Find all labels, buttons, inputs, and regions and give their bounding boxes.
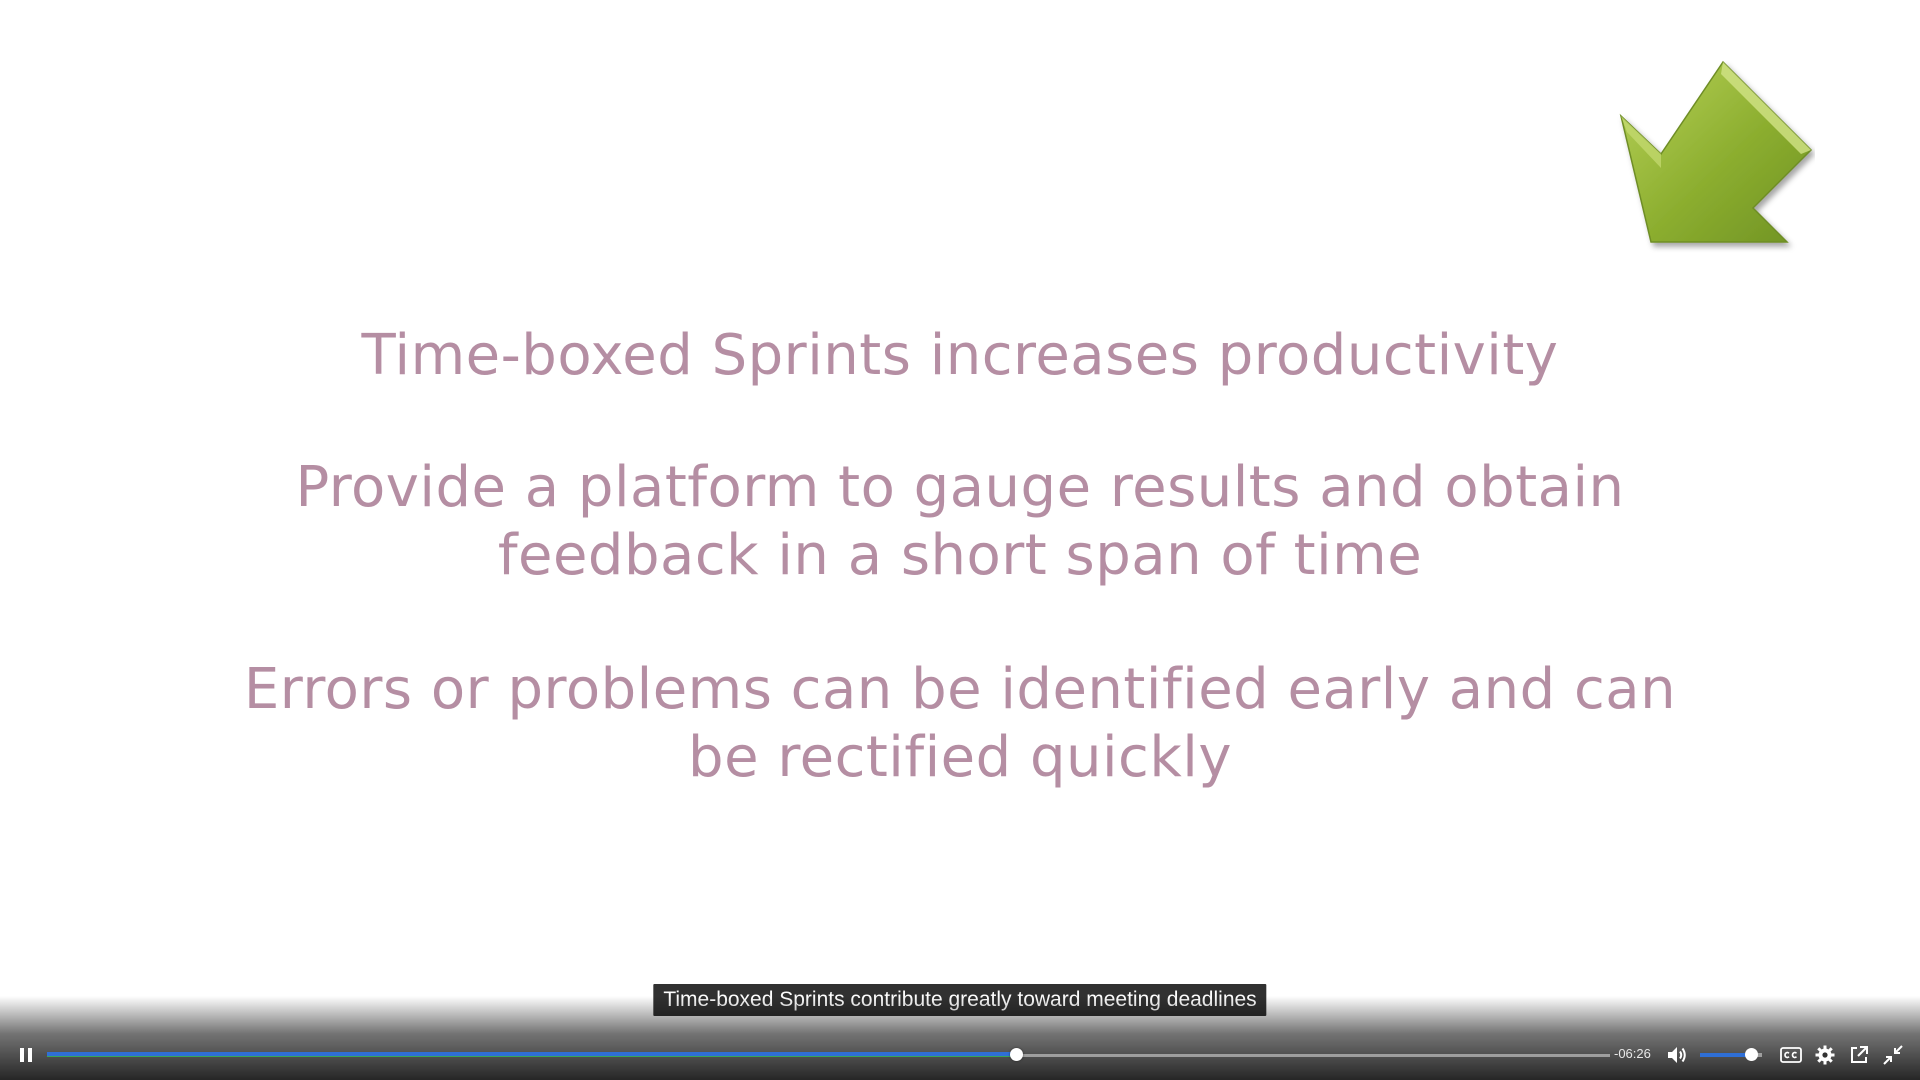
seek-bar[interactable] — [47, 1048, 1610, 1061]
time-remaining: -06:26 — [1614, 1046, 1651, 1061]
exit-fullscreen-icon — [1883, 1045, 1903, 1065]
seek-handle[interactable] — [1010, 1048, 1024, 1061]
popout-icon — [1851, 1046, 1868, 1063]
gear-icon — [1815, 1045, 1835, 1065]
popout-button[interactable] — [1844, 1040, 1874, 1070]
slide-bullet-3: Errors or problems can be identified ear… — [243, 657, 1677, 790]
mute-button[interactable] — [1662, 1040, 1692, 1070]
pause-button[interactable] — [11, 1040, 41, 1070]
pause-icon — [20, 1048, 32, 1062]
volume-level — [1700, 1053, 1751, 1057]
volume-icon — [1668, 1047, 1686, 1063]
video-frame[interactable]: Time-boxed Sprints increases productivit… — [0, 0, 1920, 1080]
settings-button[interactable] — [1810, 1040, 1840, 1070]
slide-bullet-1: Time-boxed Sprints increases productivit… — [361, 323, 1559, 388]
exit-fullscreen-button[interactable] — [1878, 1040, 1908, 1070]
closed-captions-icon — [1780, 1047, 1802, 1063]
slide-bullet-2: Provide a platform to gauge results and … — [295, 455, 1625, 588]
player-controls: -06:26 — [0, 1030, 1920, 1080]
volume-slider[interactable] — [1700, 1048, 1762, 1061]
volume-handle[interactable] — [1744, 1048, 1758, 1061]
captions-button[interactable] — [1776, 1040, 1806, 1070]
seek-played — [47, 1052, 1017, 1056]
green-arrow-down-left-icon — [1615, 58, 1815, 253]
